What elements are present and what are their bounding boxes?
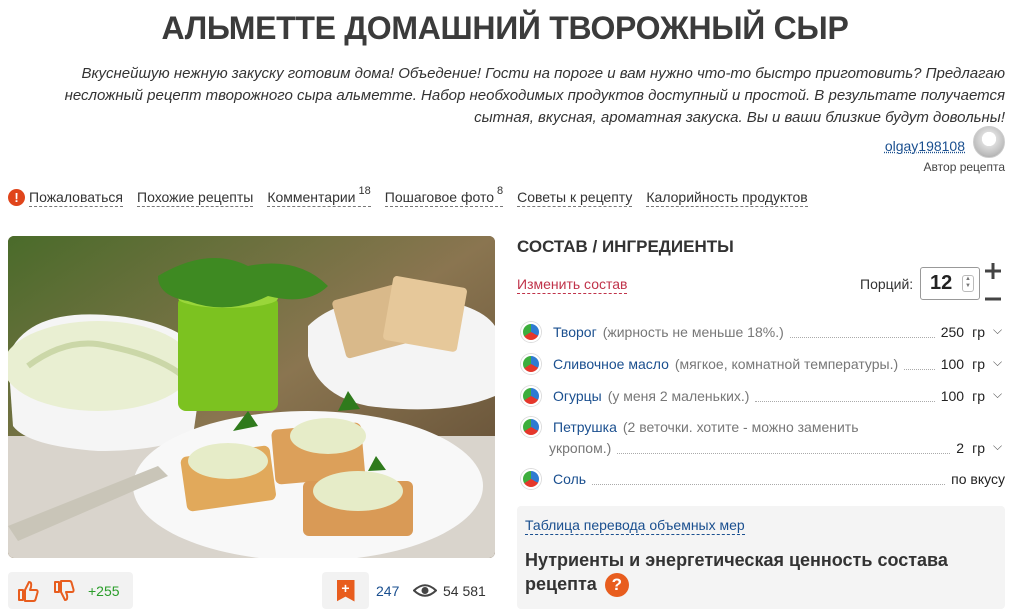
dotted-leader [617, 440, 951, 454]
ingredient-unit: гр [972, 324, 985, 340]
recipe-nav: ! Пожаловаться Похожие рецепты Комментар… [8, 185, 808, 207]
nutrients-title: Нутриенты и энергетическая ценность сост… [525, 548, 985, 598]
ingredient-qty: по вкусу [951, 471, 1005, 487]
save-count: 247 [376, 583, 400, 599]
save-recipe-button[interactable]: + [322, 572, 369, 609]
ingredient-qty: 100 [940, 388, 965, 404]
help-icon[interactable]: ? [604, 573, 629, 598]
comments-count: 18 [358, 185, 371, 197]
portions-input[interactable]: 12 ▲ ▼ [920, 267, 980, 300]
vote-count: +255 [88, 582, 120, 599]
ingredient-note: (жирность не меньше 18%.) [602, 324, 784, 340]
ingredient-qty: 100 [940, 356, 965, 372]
portions-value: 12 [930, 272, 953, 294]
ingredient-qty: 2 [956, 440, 965, 456]
portions-label: Порций: [860, 276, 914, 292]
ingredient-row-continued: укропом.) 2 гр ⌵ [521, 440, 1005, 456]
chevron-down-icon[interactable]: ⌵ [993, 356, 1005, 368]
ingredient-row: Петрушка (2 веточки. хотите - можно заме… [521, 417, 1005, 437]
author-name-link[interactable]: olgay198108 [885, 138, 965, 154]
nutrition-pie-icon[interactable] [521, 469, 541, 489]
comments-link[interactable]: Комментарии 18 [267, 185, 371, 207]
chevron-down-icon[interactable]: ⌵ [993, 440, 1005, 452]
ingredient-row: Соль по вкусу [521, 469, 1005, 489]
ingredient-name[interactable]: Огурцы [553, 388, 602, 404]
recipe-title: АЛЬМЕТТЕ ДОМАШНИЙ ТВОРОЖНЫЙ СЫР [161, 10, 849, 46]
thumbs-down-icon[interactable] [52, 579, 76, 603]
similar-recipes-link[interactable]: Похожие рецепты [137, 188, 254, 207]
author-avatar[interactable] [973, 126, 1005, 158]
warning-icon: ! [8, 189, 25, 206]
recipe-actions: +255 + 247 54 581 [8, 572, 495, 609]
ingredients-title: СОСТАВ / ИНГРЕДИЕНТЫ [517, 237, 734, 256]
ingredient-row: Творог (жирность не меньше 18%.) 250 гр … [521, 322, 1005, 342]
author-role: Автор рецепта [923, 160, 1005, 174]
ingredient-unit: гр [972, 388, 985, 404]
ingredient-unit: гр [972, 440, 985, 456]
nutrition-pie-icon[interactable] [521, 322, 541, 342]
ingredient-qty: 250 [940, 324, 965, 340]
step-photo-count: 8 [497, 185, 504, 197]
tips-link[interactable]: Советы к рецепту [517, 188, 633, 207]
chevron-down-icon[interactable]: ⌵ [993, 388, 1005, 400]
nutrition-pie-icon[interactable] [521, 386, 541, 406]
nutrients-box: Таблица перевода объемных мер Нутриенты … [517, 506, 1005, 609]
nutrition-pie-icon[interactable] [521, 354, 541, 374]
step-photo-label: Пошаговое фото [384, 189, 494, 205]
thumbs-up-icon[interactable] [16, 579, 40, 603]
nutrients-title-text: Нутриенты и энергетическая ценность сост… [525, 550, 948, 594]
measures-table-link[interactable]: Таблица перевода объемных мер [525, 517, 745, 535]
chevron-down-icon[interactable]: ⌵ [993, 324, 1005, 336]
plus-icon[interactable] [984, 262, 1002, 280]
vote-box: +255 [8, 572, 133, 609]
nutrition-pie-icon[interactable] [521, 417, 541, 437]
ingredient-note: (мягкое, комнатной температуры.) [674, 356, 899, 372]
ingredient-name[interactable]: Творог [553, 324, 597, 340]
ingredient-row: Сливочное масло (мягкое, комнатной темпе… [521, 354, 1005, 374]
author-block: olgay198108 Автор рецепта [885, 126, 1005, 174]
step-photo-link[interactable]: Пошаговое фото 8 [384, 185, 504, 207]
dotted-leader [592, 471, 946, 485]
eye-icon [413, 584, 437, 597]
ingredient-unit: гр [972, 356, 985, 372]
portions-spinner[interactable]: ▲ ▼ [962, 275, 974, 292]
ingredient-row: Огурцы (у меня 2 маленьких.) 100 гр ⌵ [521, 386, 1005, 406]
view-count: 54 581 [443, 583, 486, 599]
calories-link[interactable]: Калорийность продуктов [646, 188, 808, 207]
change-ingredients-link[interactable]: Изменить состав [517, 276, 628, 294]
recipe-photo[interactable] [8, 236, 495, 558]
dotted-leader [755, 388, 935, 402]
dotted-leader [789, 324, 935, 338]
ingredient-name[interactable]: Петрушка [553, 419, 617, 435]
minus-icon[interactable] [984, 290, 1002, 308]
recipe-intro: Вкуснейшую нежную закуску готовим дома! … [64, 65, 1005, 126]
ingredient-note: (у меня 2 маленьких.) [607, 388, 750, 404]
ingredient-note-continued: укропом.) [549, 440, 612, 456]
dotted-leader [904, 356, 935, 370]
ingredient-name[interactable]: Соль [553, 471, 586, 487]
ingredient-note: (2 веточки. хотите - можно заменить [622, 419, 859, 435]
ingredient-name[interactable]: Сливочное масло [553, 356, 669, 372]
bookmark-plus-icon: + [336, 579, 355, 602]
comments-label: Комментарии [267, 189, 356, 205]
complain-link[interactable]: Пожаловаться [29, 188, 124, 207]
